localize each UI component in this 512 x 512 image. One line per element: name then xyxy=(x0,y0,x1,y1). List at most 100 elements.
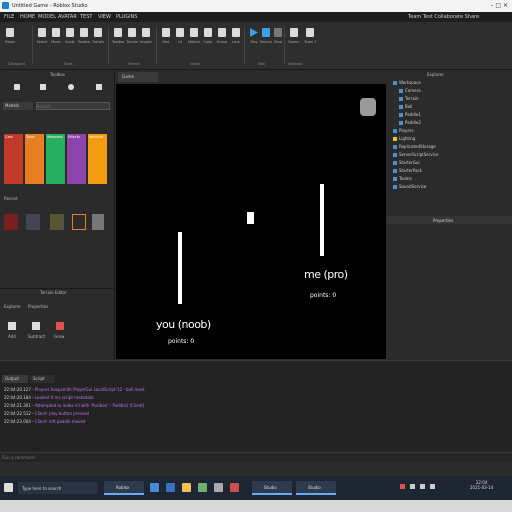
game-settings-button[interactable]: Game Settings xyxy=(288,28,300,54)
system-tray xyxy=(400,484,460,492)
window-controls[interactable]: – □ ✕ xyxy=(490,2,508,9)
tree-item[interactable]: Lighting xyxy=(393,136,415,141)
toolbox-item[interactable]: Weapons xyxy=(46,134,65,184)
creations-icon[interactable] xyxy=(96,84,102,90)
terrain-button[interactable]: Terrain xyxy=(126,28,138,54)
color-button[interactable]: Color xyxy=(202,28,214,54)
marketplace-icon[interactable] xyxy=(14,84,20,90)
tree-item[interactable]: Paddle1 xyxy=(399,112,421,117)
tree-item[interactable]: StarterGui xyxy=(393,160,420,165)
network-icon[interactable] xyxy=(410,484,415,489)
view-cube-icon[interactable] xyxy=(360,98,376,116)
tab-output[interactable]: Output xyxy=(2,375,28,383)
play-button[interactable]: Play xyxy=(248,28,260,54)
tree-item[interactable]: Camera xyxy=(399,88,421,93)
tree-item[interactable]: StarterPack xyxy=(393,168,422,173)
store-icon[interactable] xyxy=(198,483,207,492)
toolbox-item[interactable] xyxy=(4,214,18,230)
category-dropdown[interactable]: Models xyxy=(3,102,33,110)
tree-item[interactable]: SoundService xyxy=(393,184,426,189)
volume-icon[interactable] xyxy=(420,484,425,489)
toolbox-item[interactable] xyxy=(72,214,86,230)
toolbox-item[interactable]: Effects xyxy=(67,134,86,184)
resume-button[interactable]: Resume xyxy=(260,28,272,54)
import-icon xyxy=(142,28,150,37)
cursor-icon xyxy=(38,28,46,37)
ball xyxy=(247,212,254,224)
team-test-button[interactable]: Team Test xyxy=(304,28,316,54)
move-button[interactable]: Move xyxy=(50,28,62,54)
subtract-terrain-icon[interactable] xyxy=(32,322,40,330)
toolbox-item[interactable]: Tools xyxy=(25,134,44,184)
tab-explorer-mini[interactable]: Explorer xyxy=(4,304,21,312)
material-button[interactable]: Material xyxy=(188,28,200,54)
edge-icon[interactable] xyxy=(166,483,175,492)
tab-properties-mini[interactable]: Properties xyxy=(28,304,48,312)
inventory-icon[interactable] xyxy=(40,84,46,90)
window-title: Untitled Game - Roblox Studio xyxy=(12,3,88,9)
transform-button[interactable]: Transform xyxy=(92,28,104,54)
toolbox-item[interactable]: Vehicles xyxy=(88,134,107,184)
menu-model[interactable]: MODEL xyxy=(38,14,56,20)
taskview-icon[interactable] xyxy=(150,483,159,492)
menu-avatar[interactable]: AVATAR xyxy=(58,14,77,20)
grow-terrain-icon[interactable] xyxy=(56,322,64,330)
tree-item[interactable]: Workspace xyxy=(393,80,421,85)
terrain-icon xyxy=(128,28,136,37)
menu-view[interactable]: VIEW xyxy=(98,14,111,20)
taskbar-app-roblox[interactable]: Roblox xyxy=(104,481,144,495)
app-icon[interactable] xyxy=(214,483,223,492)
app-icon[interactable] xyxy=(230,483,239,492)
tray-icon[interactable] xyxy=(400,484,405,489)
tree-item[interactable]: ServerScriptService xyxy=(393,152,439,157)
menu-collab[interactable]: Team Test Collaborate Share xyxy=(408,14,479,20)
paste-button[interactable]: Paste xyxy=(4,28,16,54)
tree-item[interactable]: Ball xyxy=(399,104,412,109)
tab-game[interactable]: Game xyxy=(118,72,158,82)
folder-icon[interactable] xyxy=(182,483,191,492)
command-input[interactable] xyxy=(2,454,510,461)
menu-file[interactable]: FILE xyxy=(4,14,14,20)
stop-button[interactable]: Stop xyxy=(272,28,284,54)
taskbar-app-studio-2[interactable]: Studio xyxy=(296,481,336,495)
start-icon[interactable] xyxy=(4,483,13,492)
toolbox-button[interactable]: Toolbox xyxy=(112,28,124,54)
group-button[interactable]: Group xyxy=(216,28,228,54)
recent-icon[interactable] xyxy=(68,84,74,90)
ribbon-toolbar: Paste Select Move Scale Rotate Transform… xyxy=(0,22,512,70)
import-button[interactable]: Import xyxy=(140,28,152,54)
search-input[interactable] xyxy=(36,102,110,110)
toolbox-item[interactable] xyxy=(50,214,64,230)
rotate-button[interactable]: Rotate xyxy=(78,28,90,54)
taskbar-search[interactable]: Type here to search xyxy=(18,482,98,494)
command-bar xyxy=(0,452,512,462)
rotate-icon xyxy=(80,28,88,37)
battery-icon[interactable] xyxy=(430,484,435,489)
menu-test[interactable]: TEST xyxy=(80,14,92,20)
menu-plugins[interactable]: PLUGINS xyxy=(116,14,137,20)
tree-item[interactable]: Teams xyxy=(393,176,412,181)
tab-script[interactable]: Script xyxy=(30,375,54,383)
toolbox-item[interactable] xyxy=(92,214,104,230)
ui-button[interactable]: UI xyxy=(174,28,186,54)
toolbox-item[interactable]: Cars xyxy=(4,134,23,184)
toolbox-item[interactable] xyxy=(26,214,40,230)
add-terrain-icon[interactable] xyxy=(8,322,16,330)
taskbar-app-studio[interactable]: Studio xyxy=(252,481,292,495)
lock-icon xyxy=(232,28,240,37)
script-service-icon xyxy=(393,153,397,157)
output-panel: Output Script 22:04:20.127 - Players.hoo… xyxy=(0,360,512,457)
section-settings: Settings xyxy=(288,62,303,66)
game-viewport[interactable]: you (noob) points: 0 me (pro) points: 0 xyxy=(116,84,386,359)
tree-item[interactable]: Players xyxy=(393,128,414,133)
ui-icon xyxy=(176,28,184,37)
select-button[interactable]: Select xyxy=(36,28,48,54)
part-button[interactable]: Part xyxy=(160,28,172,54)
tree-item[interactable]: Terrain xyxy=(399,96,419,101)
tree-item[interactable]: ReplicatedStorage xyxy=(393,144,436,149)
tree-item[interactable]: Paddle2 xyxy=(399,120,421,125)
menu-home[interactable]: HOME xyxy=(20,14,35,20)
lock-button[interactable]: Lock xyxy=(230,28,242,54)
scale-button[interactable]: Scale xyxy=(64,28,76,54)
clock[interactable]: 22:04 2021-03-14 xyxy=(470,480,493,490)
